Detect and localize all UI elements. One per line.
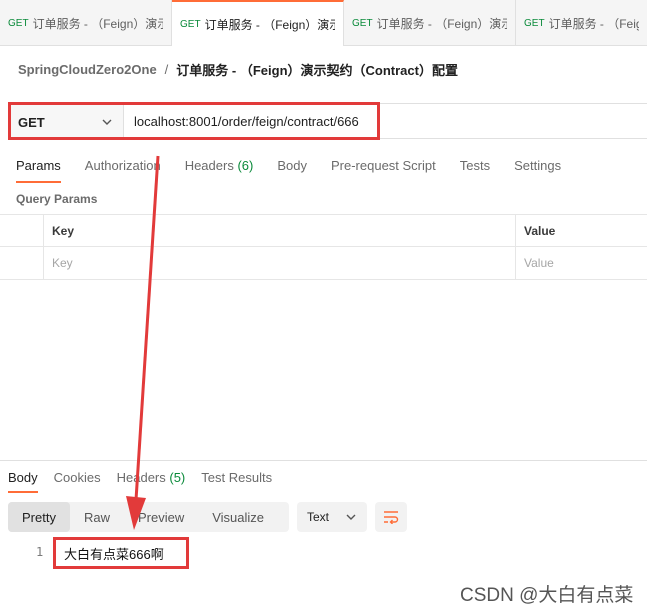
tab-name: 订单服务 - （Feign）演示 [376, 16, 507, 31]
tab-body[interactable]: Body [277, 158, 307, 183]
breadcrumb-workspace[interactable]: SpringCloudZero2One [18, 62, 157, 77]
tab-name: 订单服务 - （Feign） [548, 16, 639, 31]
format-value: Text [307, 510, 330, 524]
tab-label: Settings [514, 158, 562, 173]
tab-label: Test Results [201, 470, 273, 485]
tab-pre-request-script[interactable]: Pre-request Script [331, 158, 436, 183]
tab-label: Body [277, 158, 307, 173]
view-preview-button[interactable]: Preview [124, 502, 198, 532]
format-select[interactable]: Text [297, 502, 367, 532]
response-tabs: Body Cookies Headers (5) Test Results [8, 470, 288, 493]
tab-params[interactable]: Params [16, 158, 61, 183]
view-pretty-button[interactable]: Pretty [8, 502, 70, 532]
value-input[interactable]: Value [516, 247, 647, 279]
table-header-row: Key Value [0, 214, 647, 247]
highlight-box-response [53, 537, 189, 569]
request-section-tabs: Params Authorization Headers (6) Body Pr… [16, 158, 585, 183]
response-tab-headers[interactable]: Headers (5) [117, 470, 186, 493]
tab-label: Tests [459, 158, 491, 173]
tab-settings[interactable]: Settings [514, 158, 561, 183]
chevron-down-icon [346, 514, 356, 520]
wrap-lines-icon [384, 511, 399, 524]
request-tabs-bar: GET 订单服务 - （Feign）演示| GET 订单服务 - （Feign）… [0, 0, 647, 46]
tab-authorization[interactable]: Authorization [85, 158, 161, 183]
tab-method: GET [180, 18, 201, 30]
tab-label: Params [16, 158, 61, 173]
tab-label: Pre-request Script [330, 158, 436, 173]
table-row: Key Value [0, 247, 647, 280]
tab-name: 订单服务 - （Feign）演示 [204, 17, 335, 32]
tab-method: GET [352, 17, 373, 29]
query-params-title: Query Params [16, 192, 98, 206]
tab-label: Body [8, 470, 38, 485]
request-tab-4[interactable]: GET 订单服务 - （Feign） [516, 0, 647, 46]
tab-method: GET [8, 17, 29, 29]
tab-label: Headers [116, 470, 166, 485]
request-tab-2[interactable]: GET 订单服务 - （Feign）演示 [172, 0, 344, 46]
view-raw-button[interactable]: Raw [70, 502, 124, 532]
tab-label: Authorization [84, 158, 161, 173]
key-input[interactable]: Key [44, 247, 516, 279]
tab-label: Cookies [53, 470, 101, 485]
breadcrumb: SpringCloudZero2One / 订单服务 - （Feign）演示契约… [18, 60, 458, 78]
column-header-key: Key [44, 215, 516, 246]
row-checkbox[interactable] [0, 247, 44, 279]
response-tab-test-results[interactable]: Test Results [201, 470, 272, 493]
response-divider[interactable] [0, 460, 647, 461]
breadcrumb-separator: / [164, 61, 169, 77]
tab-label: Headers [184, 158, 234, 173]
params-table: Key Value Key Value [0, 214, 647, 280]
tab-count: (6) [237, 158, 254, 173]
checkbox-column [0, 215, 44, 246]
tab-tests[interactable]: Tests [460, 158, 490, 183]
breadcrumb-request-name[interactable]: 订单服务 - （Feign）演示契约（Contract）配置 [176, 60, 458, 79]
tab-count: (5) [169, 470, 186, 485]
wrap-lines-button[interactable] [375, 502, 407, 532]
response-tab-body[interactable]: Body [8, 470, 38, 493]
watermark: CSDN @大白有点菜 [460, 585, 634, 606]
view-visualize-button[interactable]: Visualize [198, 502, 278, 532]
tab-method: GET [524, 17, 545, 29]
line-number: 1 [36, 545, 44, 559]
request-tab-1[interactable]: GET 订单服务 - （Feign）演示| [0, 0, 172, 46]
view-mode-group: Pretty Raw Preview Visualize [8, 502, 289, 532]
highlight-box-url [8, 102, 380, 140]
tab-name: 订单服务 - （Feign）演示| [32, 16, 163, 31]
tab-headers[interactable]: Headers (6) [185, 158, 254, 183]
response-tab-cookies[interactable]: Cookies [54, 470, 101, 493]
column-header-value: Value [524, 223, 556, 238]
request-tab-3[interactable]: GET 订单服务 - （Feign）演示 [344, 0, 516, 46]
